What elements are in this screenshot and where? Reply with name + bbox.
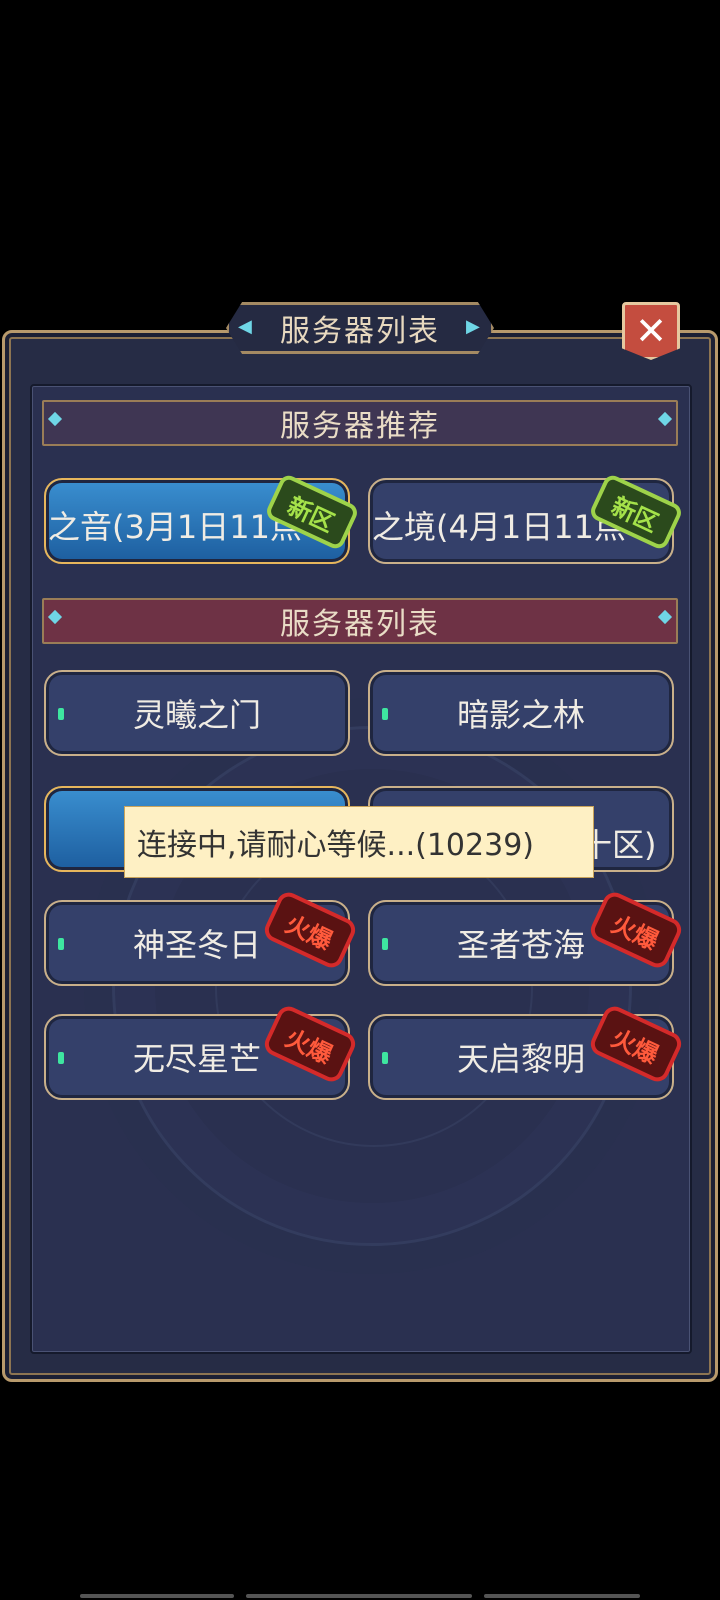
server-name: 圣者苍海 bbox=[456, 926, 585, 964]
server-name: 天启黎明 bbox=[456, 1040, 585, 1078]
diamond-left-icon bbox=[47, 609, 63, 625]
diamond-left-icon bbox=[47, 411, 63, 427]
connecting-tooltip: 连接中,请耐心等候...(10239) bbox=[124, 806, 594, 878]
server-item[interactable]: 暗影之林 bbox=[368, 670, 674, 756]
section-title: 服务器列表 bbox=[280, 607, 440, 642]
status-dot-icon bbox=[382, 708, 388, 720]
server-name: 之境(4月1日11点 bbox=[372, 508, 626, 546]
title-left-arrow-icon: ◀ bbox=[238, 316, 252, 337]
server-item[interactable]: 灵曦之门 bbox=[44, 670, 350, 756]
diamond-right-icon bbox=[657, 411, 673, 427]
server-name: 神圣冬日 bbox=[132, 926, 261, 964]
status-dot-icon bbox=[58, 938, 64, 950]
server-name: 灵曦之门 bbox=[132, 696, 261, 734]
section-title: 服务器推荐 bbox=[280, 409, 440, 444]
close-icon: ✕ bbox=[635, 309, 667, 353]
window-title-tab: 服务器列表 bbox=[226, 302, 494, 354]
status-dot-icon bbox=[58, 1052, 64, 1064]
server-name: 暗影之林 bbox=[456, 696, 585, 734]
status-dot-icon bbox=[382, 1052, 388, 1064]
server-name: 无尽星芒 bbox=[132, 1040, 261, 1078]
server-name: 之音(3月1日11点 bbox=[48, 508, 302, 546]
window-title: 服务器列表 bbox=[280, 314, 440, 349]
status-dot-icon bbox=[58, 708, 64, 720]
diamond-right-icon bbox=[657, 609, 673, 625]
nav-bar-segment bbox=[80, 1594, 234, 1598]
section-header-recommend: 服务器推荐 bbox=[42, 400, 678, 446]
status-dot-icon bbox=[382, 938, 388, 950]
section-header-list: 服务器列表 bbox=[42, 598, 678, 644]
close-button[interactable]: ✕ bbox=[622, 302, 680, 360]
title-right-arrow-icon: ▶ bbox=[466, 316, 480, 337]
nav-bar-segment bbox=[246, 1594, 472, 1598]
nav-bar-segment bbox=[484, 1594, 640, 1598]
tooltip-text: 连接中,请耐心等候...(10239) bbox=[137, 828, 534, 863]
